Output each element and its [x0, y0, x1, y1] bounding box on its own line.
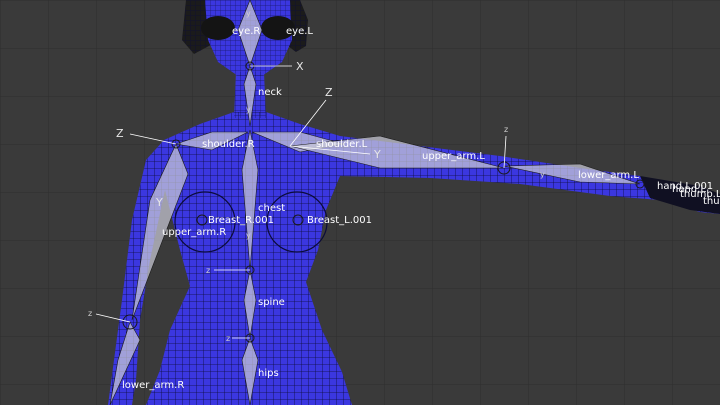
label-breast-r: Breast_R.001: [208, 215, 274, 226]
axis-z-lower-arm-r: z: [88, 309, 92, 318]
label-eye-l: eye.L: [286, 26, 313, 37]
label-thumb-l-2: thu: [703, 196, 720, 207]
label-hips: hips: [258, 368, 279, 379]
label-shoulder-l: shoulder.L: [316, 139, 368, 150]
axis-z-shoulder-r: Z: [116, 127, 124, 140]
axis-y-upper-arm-l: y: [540, 170, 545, 179]
axis-y-shoulder-l: Y: [373, 148, 381, 161]
label-upper-arm-r: upper_arm.R: [162, 227, 226, 238]
label-chest: chest: [258, 203, 285, 214]
axis-y-chest: y: [246, 231, 251, 240]
label-spine: spine: [258, 297, 285, 308]
axis-y-neck: y: [246, 105, 251, 114]
eye-r-mesh: [201, 16, 235, 40]
axis-y-shoulder-r: Y: [155, 196, 163, 209]
label-shoulder-r: shoulder.R: [202, 139, 255, 150]
axis-x-neck: X: [296, 60, 304, 73]
axis-z-upper-arm-l: z: [504, 125, 508, 134]
label-neck: neck: [258, 87, 282, 98]
viewport-grid: [0, 0, 720, 405]
label-eye-r: eye.R: [232, 26, 260, 37]
axis-z-spine: z: [226, 334, 230, 343]
axis-y-head: y: [246, 9, 251, 18]
axis-z-chest: z: [206, 266, 210, 275]
label-breast-l: Breast_L.001: [307, 215, 372, 226]
3d-viewport[interactable]: X Z Y Z Y z y z y z y z y eye.R eye.L ne…: [0, 0, 720, 405]
axis-z-shoulder-l: Z: [325, 86, 333, 99]
label-lower-arm-l: lower_arm.L: [578, 170, 639, 181]
viewport-canvas[interactable]: X Z Y Z Y z y z y z y z y eye.R eye.L ne…: [0, 0, 720, 405]
label-lower-arm-r: lower_arm.R: [122, 380, 184, 391]
label-upper-arm-l: upper_arm.L: [422, 151, 485, 162]
